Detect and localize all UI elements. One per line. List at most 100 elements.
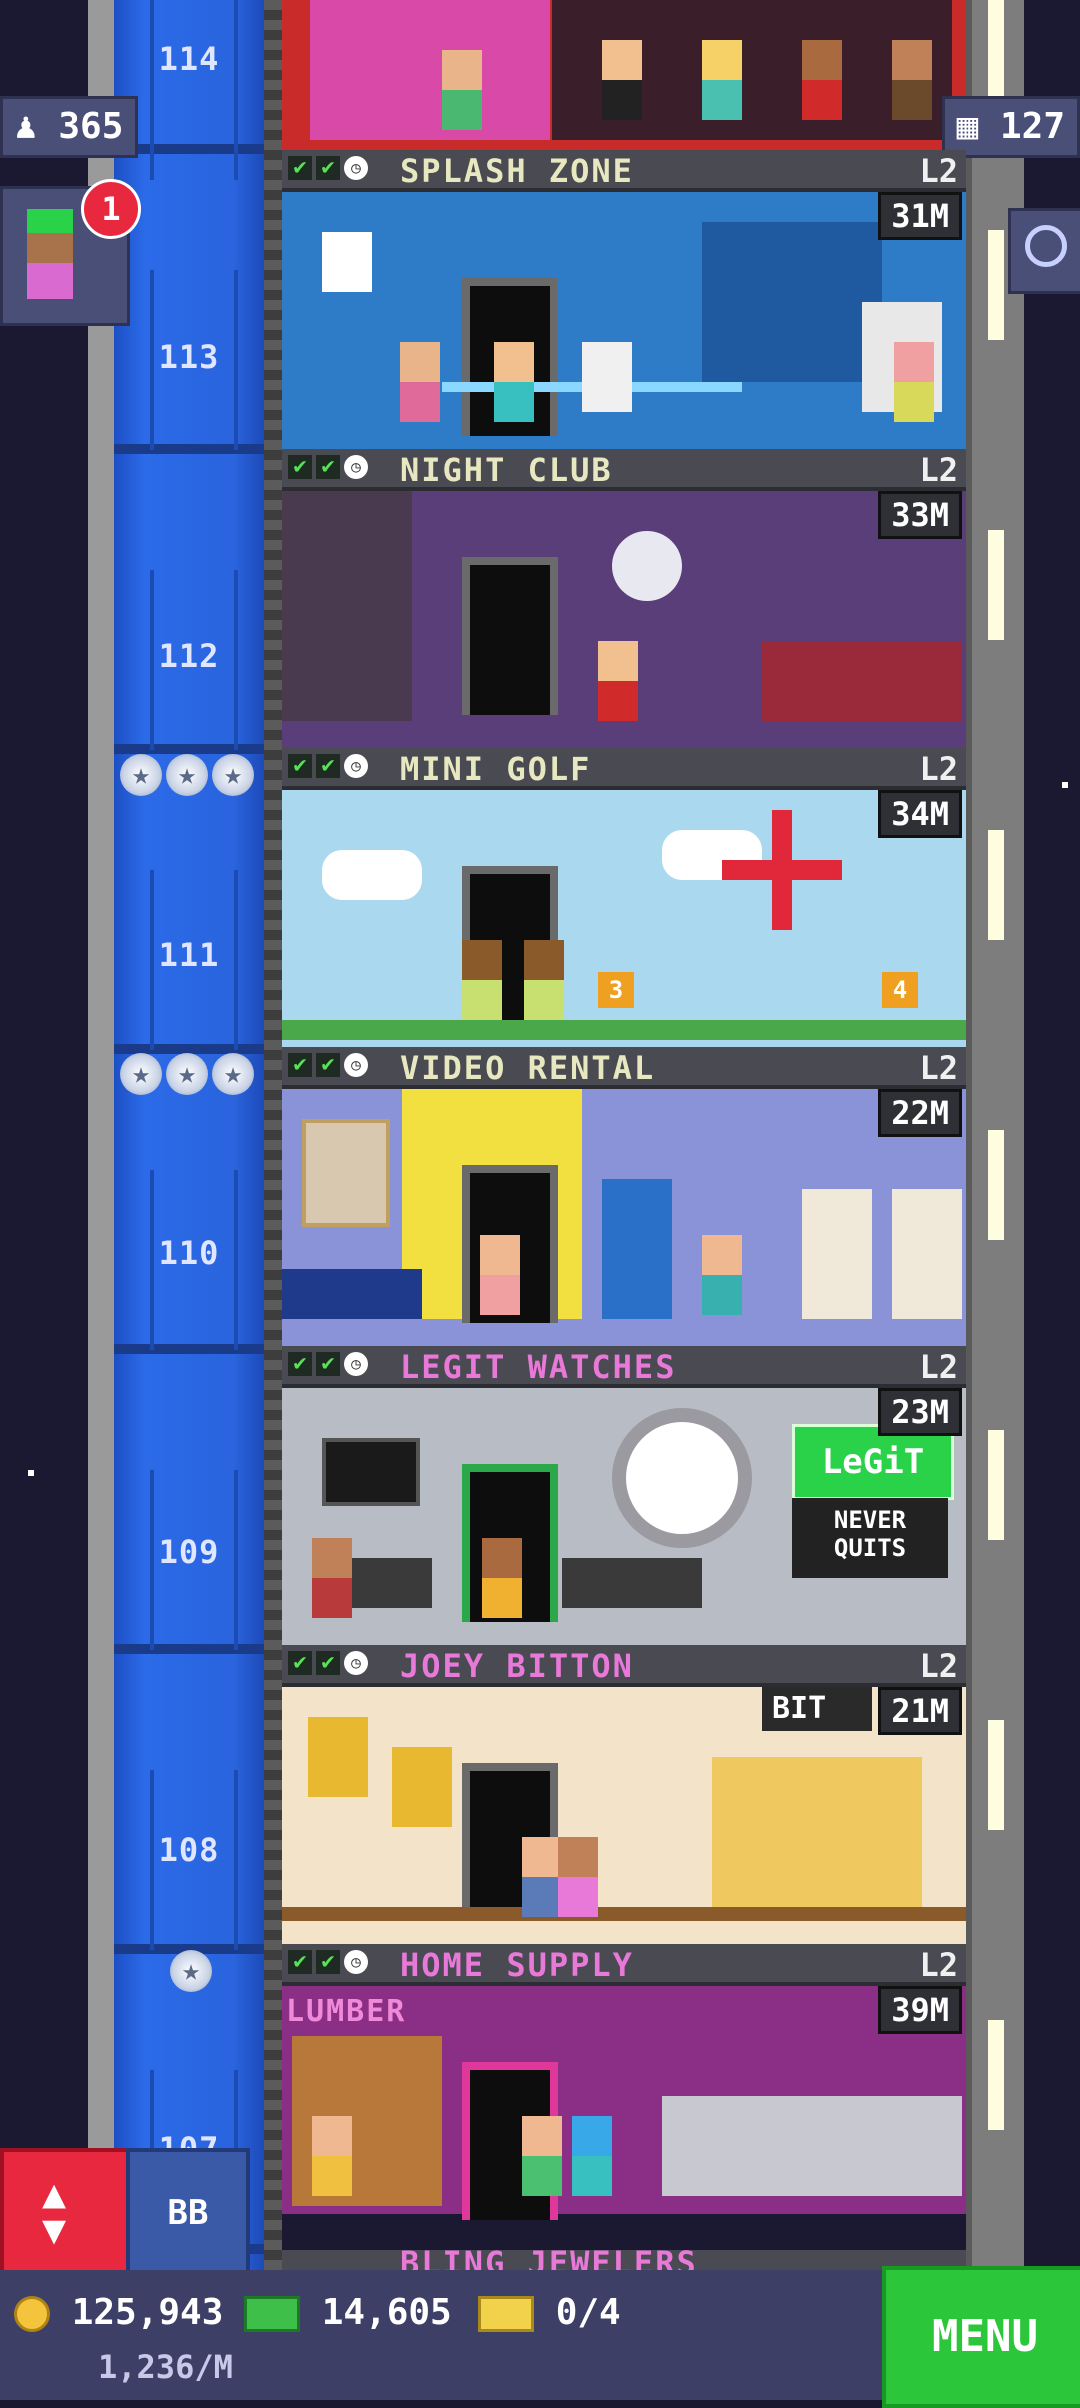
person[interactable] [558,1837,598,1917]
person[interactable] [894,342,934,422]
floor-number: 113 [158,338,220,376]
window [702,222,882,382]
floor-title-bar: ✔ ✔ ◷ SPLASH ZONE L2 [282,150,966,192]
person[interactable] [312,2116,352,2196]
bux-display[interactable]: 14,605 [244,2292,452,2333]
person[interactable] [494,342,534,422]
floor-level: L2 [919,1049,958,1087]
star-icon: ★ [166,754,208,796]
person[interactable] [702,40,742,120]
person[interactable] [522,2116,562,2196]
floor-legit-watches[interactable]: ✔ ✔ ◷ LEGIT WATCHES L2 LeGiT NEVER QUITS 2… [282,1346,966,1645]
person[interactable] [524,940,564,1020]
check-icon: ✔ [288,1053,312,1077]
star-icon: ★ [212,754,254,796]
person[interactable] [312,1538,352,1618]
floor-name: NIGHT CLUB [400,451,613,489]
check-icon: ✔ [288,156,312,180]
floor-number: 110 [158,1234,220,1272]
floor-level: L2 [919,1946,958,1984]
clock-icon: ◷ [344,1950,368,1974]
display-case [562,1558,702,1608]
tool-counter [662,2096,962,2196]
check-icon: ✔ [288,754,312,778]
person[interactable] [802,40,842,120]
hole-sign: 3 [598,972,634,1008]
clock-icon: ◷ [344,1053,368,1077]
arcade-machine [602,1179,672,1319]
population-counter[interactable]: ♟ 365 [0,96,139,158]
room-interior: BIT [282,1687,966,1944]
floor-bling-jewelers[interactable]: BLING JEWELERS [282,2250,966,2270]
slogan-line: NEVER [833,1506,907,1534]
cloud [322,850,422,900]
floor-level: L2 [919,451,958,489]
windmill [722,810,842,930]
clock-icon: ◷ [344,156,368,180]
vip-floor-partial[interactable] [282,0,966,150]
stock-indicator: 21M [878,1687,962,1735]
bitbook-button[interactable]: BB [126,2148,250,2278]
star-icon: ★ [212,1053,254,1095]
person[interactable] [892,40,932,120]
person[interactable] [572,2116,612,2196]
clock-icon: ◷ [344,1352,368,1376]
check-icon: ✔ [288,455,312,479]
visitor-button[interactable]: 1 [0,179,141,326]
ticket-icon [478,2296,534,2332]
room-interior [282,1089,966,1346]
person[interactable] [598,641,638,721]
movie-poster [302,1119,390,1227]
wall-light [988,2020,1004,2130]
elevator-button[interactable]: ▲ ▼ [0,2148,132,2278]
check-icon: ✔ [288,1651,312,1675]
person[interactable] [442,50,482,130]
floor-video-rental[interactable]: ✔ ✔ ◷ VIDEO RENTAL L2 22M [282,1047,966,1346]
vip-stage [310,0,550,140]
person[interactable] [522,1837,562,1917]
shaft-detail [150,0,238,180]
income-rate: 1,236/M [98,2348,233,2386]
bitton-sign: BIT [762,1687,872,1731]
floor-splash-zone[interactable]: ✔ ✔ ◷ SPLASH ZONE L2 31M [282,150,966,449]
check-icon: ✔ [316,156,340,180]
floor-joey-bitton[interactable]: ✔ ✔ ◷ JOEY BITTON L2 BIT 21M [282,1645,966,1944]
floor-stars: ★ ★ ★ [120,1053,254,1095]
floor-number: 111 [158,936,220,974]
floor-counter[interactable]: ▦ 127 [941,96,1080,158]
floor-title-bar: ✔ ✔ ◷ LEGIT WATCHES L2 [282,1346,966,1388]
floor-mini-golf[interactable]: ✔ ✔ ◷ MINI GOLF L2 3 4 34M [282,748,966,1047]
person[interactable] [400,342,440,422]
population-value: 365 [58,106,124,147]
person[interactable] [480,1235,520,1315]
poster [322,232,372,292]
menu-button[interactable]: MENU [882,2266,1080,2408]
up-down-arrows-icon: ▲ ▼ [42,2171,67,2253]
counter [282,1269,422,1319]
person[interactable] [702,1235,742,1315]
slogan-line: QUITS [833,1534,907,1562]
tickets-display[interactable]: 0/4 [478,2292,621,2333]
bar-shelves [282,491,412,721]
floor-home-supply[interactable]: ✔ ✔ ◷ HOME SUPPLY L2 LUMBER 39M [282,1944,966,2243]
wall-light [988,230,1004,340]
tower-bux-icon [244,2296,300,2332]
stock-indicator: 39M [878,1986,962,2034]
person[interactable] [602,40,642,120]
floor-title-bar: ✔ ✔ ◷ MINI GOLF L2 [282,748,966,790]
video-shelf [802,1189,872,1319]
display-frame [392,1747,452,1827]
floor-night-club[interactable]: ✔ ✔ ◷ NIGHT CLUB L2 33M [282,449,966,748]
floor-level: L2 [919,1348,958,1386]
check-icon: ✔ [316,1950,340,1974]
visitor-face [27,233,73,263]
star-icon: ★ [120,754,162,796]
search-button[interactable] [1008,208,1080,294]
check-icon: ✔ [316,1651,340,1675]
person[interactable] [482,1538,522,1618]
video-shelf [892,1189,962,1319]
stock-indicator: 33M [878,491,962,539]
person[interactable] [462,940,502,1020]
floor-name: HOME SUPPLY [400,1946,634,1984]
floor-name: SPLASH ZONE [400,152,634,190]
